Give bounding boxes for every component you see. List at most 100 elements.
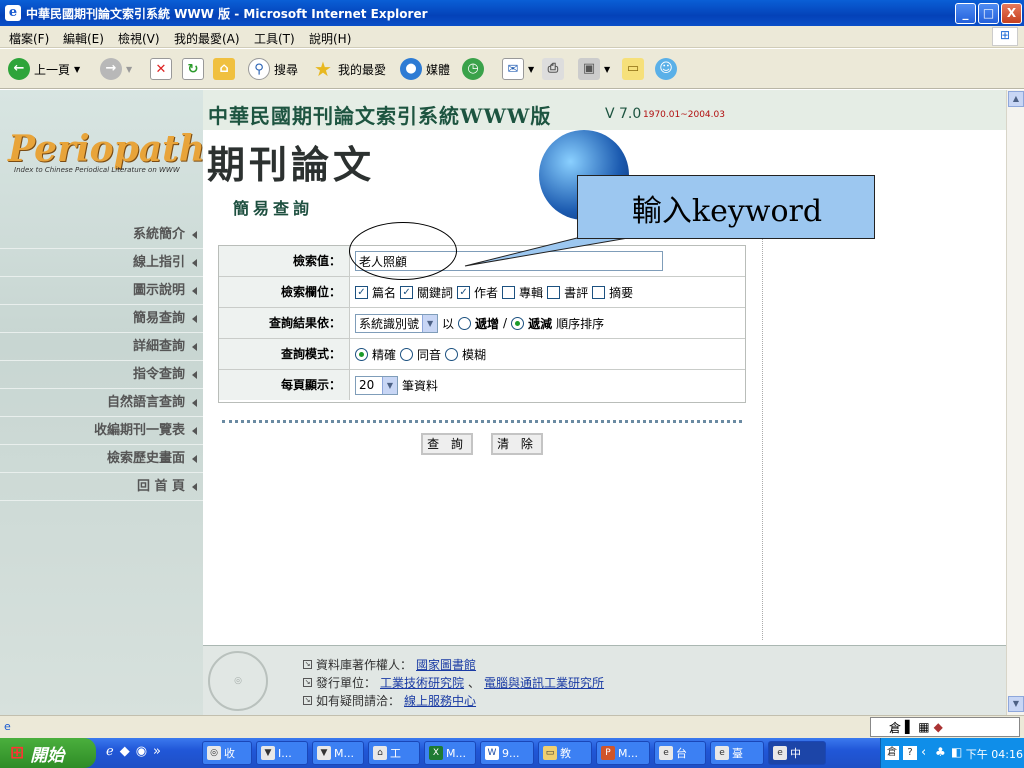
arrow-left-icon	[192, 287, 197, 295]
task-label: M...	[334, 746, 354, 760]
task-button[interactable]: e臺	[710, 741, 764, 765]
ie-quicklaunch-icon[interactable]: ℯ	[106, 744, 114, 759]
task-button[interactable]: ◎ 收	[202, 741, 252, 765]
ccl-link[interactable]: 電腦與通訊工業研究所	[484, 674, 604, 691]
task-button[interactable]: e台	[654, 741, 706, 765]
radio-fuzzy[interactable]	[445, 347, 459, 361]
arrow-left-icon	[192, 399, 197, 407]
task-button[interactable]: ▼ M...	[312, 741, 364, 765]
arrow-left-icon	[192, 427, 197, 435]
desktop-quicklaunch-icon[interactable]: ◆	[120, 744, 130, 759]
checkbox-author[interactable]: ✓	[457, 285, 471, 299]
sidebar-item-home[interactable]: 回 首 頁	[0, 473, 203, 501]
task-button[interactable]: ⌂ 工	[368, 741, 420, 765]
task-button[interactable]: ▭ 教	[538, 741, 592, 765]
sidebar-item-label: 檢索歷史畫面	[106, 451, 185, 466]
radio-ascending[interactable]	[458, 316, 472, 330]
tray-collapse-icon[interactable]: ‹	[921, 745, 926, 760]
refresh-button[interactable]: ↻	[182, 57, 204, 81]
sidebar-item-intro[interactable]: 系統簡介	[0, 221, 203, 249]
favorites-button[interactable]: ★ 我的最愛	[312, 57, 386, 81]
itri-link[interactable]: 工業技術研究院	[380, 674, 464, 691]
sidebar-item-guide[interactable]: 線上指引	[0, 249, 203, 277]
task-button[interactable]: P M...	[596, 741, 650, 765]
task-label: 台	[676, 747, 687, 760]
home-button[interactable]: ⌂	[213, 57, 235, 81]
sidebar-item-command-search[interactable]: 指令查詢	[0, 361, 203, 389]
checkbox-review[interactable]	[547, 285, 561, 299]
search-submit-button[interactable]: 查 詢	[421, 433, 473, 455]
service-center-link[interactable]: 線上服務中心	[404, 692, 476, 709]
menu-favorites[interactable]: 我的最愛(A)	[174, 30, 240, 47]
network-tray-icon[interactable]: ♣	[935, 745, 946, 759]
task-label: 教	[560, 747, 571, 760]
radio-descending[interactable]	[511, 316, 525, 330]
task-button-active[interactable]: e中	[768, 741, 826, 765]
ime-book-icon: ◆	[933, 720, 943, 734]
forward-button[interactable]: → ▼	[100, 57, 132, 81]
sidebar-item-detailed-search[interactable]: 詳細查詢	[0, 333, 203, 361]
clock[interactable]: 下午 04:16	[957, 746, 1023, 762]
maximize-button[interactable]: □	[978, 3, 999, 24]
mode-label: 查詢模式：	[219, 339, 350, 369]
menu-tools[interactable]: 工具(T)	[254, 30, 295, 47]
back-button[interactable]: ← 上一頁 ▼	[8, 57, 80, 81]
checkbox-abstract[interactable]	[592, 285, 606, 299]
back-arrow-icon: ←	[8, 58, 30, 80]
sort-slash: /	[503, 316, 508, 330]
sort-select[interactable]: 系統識別號 ▼	[355, 313, 439, 333]
messenger-button[interactable]: ☺	[655, 57, 677, 81]
checkbox-keyword[interactable]: ✓	[400, 285, 414, 299]
media-button[interactable]: ● 媒體	[400, 57, 450, 81]
stop-button[interactable]: ✕	[150, 57, 172, 81]
mail-button[interactable]: ✉ ▼	[502, 57, 534, 81]
word-icon: W	[485, 746, 499, 760]
sidebar-item-journal-list[interactable]: 收編期刊一覽表	[0, 417, 203, 445]
ime-tray-icon[interactable]: 倉	[885, 746, 899, 760]
checkbox-title[interactable]: ✓	[355, 285, 368, 299]
edit-dropdown-icon[interactable]: ▼	[604, 65, 610, 74]
task-button[interactable]: W 9...	[480, 741, 534, 765]
menu-edit[interactable]: 編輯(E)	[63, 30, 104, 47]
discuss-button[interactable]: ▭	[622, 57, 644, 81]
task-label: 9...	[502, 746, 520, 760]
menu-view[interactable]: 檢視(V)	[118, 30, 160, 47]
sidebar-item-simple-search[interactable]: 簡易查詢	[0, 305, 203, 333]
menu-help[interactable]: 說明(H)	[309, 30, 351, 47]
radio-homophone[interactable]	[400, 347, 414, 361]
menu-file[interactable]: 檔案(F)	[9, 30, 49, 47]
print-button[interactable]: ⎙	[542, 57, 564, 81]
forward-dropdown-icon[interactable]: ▼	[126, 65, 132, 74]
radio-exact[interactable]	[355, 347, 368, 361]
edit-button[interactable]: ▣ ▼	[578, 57, 610, 81]
start-button[interactable]: ⊞ 開始	[0, 738, 96, 768]
task-button[interactable]: X M...	[424, 741, 476, 765]
task-button[interactable]: ▼ I...	[256, 741, 308, 765]
sidebar-item-natural-language[interactable]: 自然語言查詢	[0, 389, 203, 417]
history-button[interactable]: ◷	[462, 57, 484, 81]
mail-dropdown-icon[interactable]: ▼	[528, 65, 534, 74]
sidebar-item-label: 圖示說明	[132, 283, 185, 298]
page-title: 簡易查詢	[233, 199, 314, 218]
close-button[interactable]: X	[1001, 3, 1022, 24]
back-dropdown-icon[interactable]: ▼	[74, 65, 80, 74]
sidebar-item-legend[interactable]: 圖示說明	[0, 277, 203, 305]
search-button[interactable]: ⚲ 搜尋	[248, 57, 298, 81]
help-tray-icon[interactable]: ?	[903, 746, 917, 760]
more-chevron-icon[interactable]: »	[153, 744, 161, 759]
clear-button[interactable]: 清 除	[491, 433, 543, 455]
vertical-scrollbar[interactable]: ▲ ▼	[1006, 90, 1024, 715]
media-quicklaunch-icon[interactable]: ◉	[136, 744, 147, 759]
footer-label: 如有疑問請洽：	[316, 694, 401, 708]
ime-bar[interactable]: 倉 ▌ ▦ ◆	[870, 717, 1020, 737]
scroll-down-icon[interactable]: ▼	[1008, 696, 1024, 712]
scroll-up-icon[interactable]: ▲	[1008, 91, 1024, 107]
window-titlebar[interactable]: e 中華民國期刊論文索引系統 WWW 版 - Microsoft Interne…	[0, 0, 1024, 26]
footer-line-publisher: ↘ 發行單位： 工業技術研究院、電腦與通訊工業研究所	[303, 674, 604, 691]
per-page-select[interactable]: 20 ▼	[355, 375, 398, 395]
checkbox-special[interactable]	[502, 285, 516, 299]
national-library-link[interactable]: 國家圖書館	[416, 656, 476, 673]
fields-row: 檢索欄位： ✓ 篇名 ✓ 關鍵詞 ✓ 作者 專輯 書評 摘要	[219, 277, 745, 308]
sidebar-item-history[interactable]: 檢索歷史畫面	[0, 445, 203, 473]
minimize-button[interactable]: _	[955, 3, 976, 24]
